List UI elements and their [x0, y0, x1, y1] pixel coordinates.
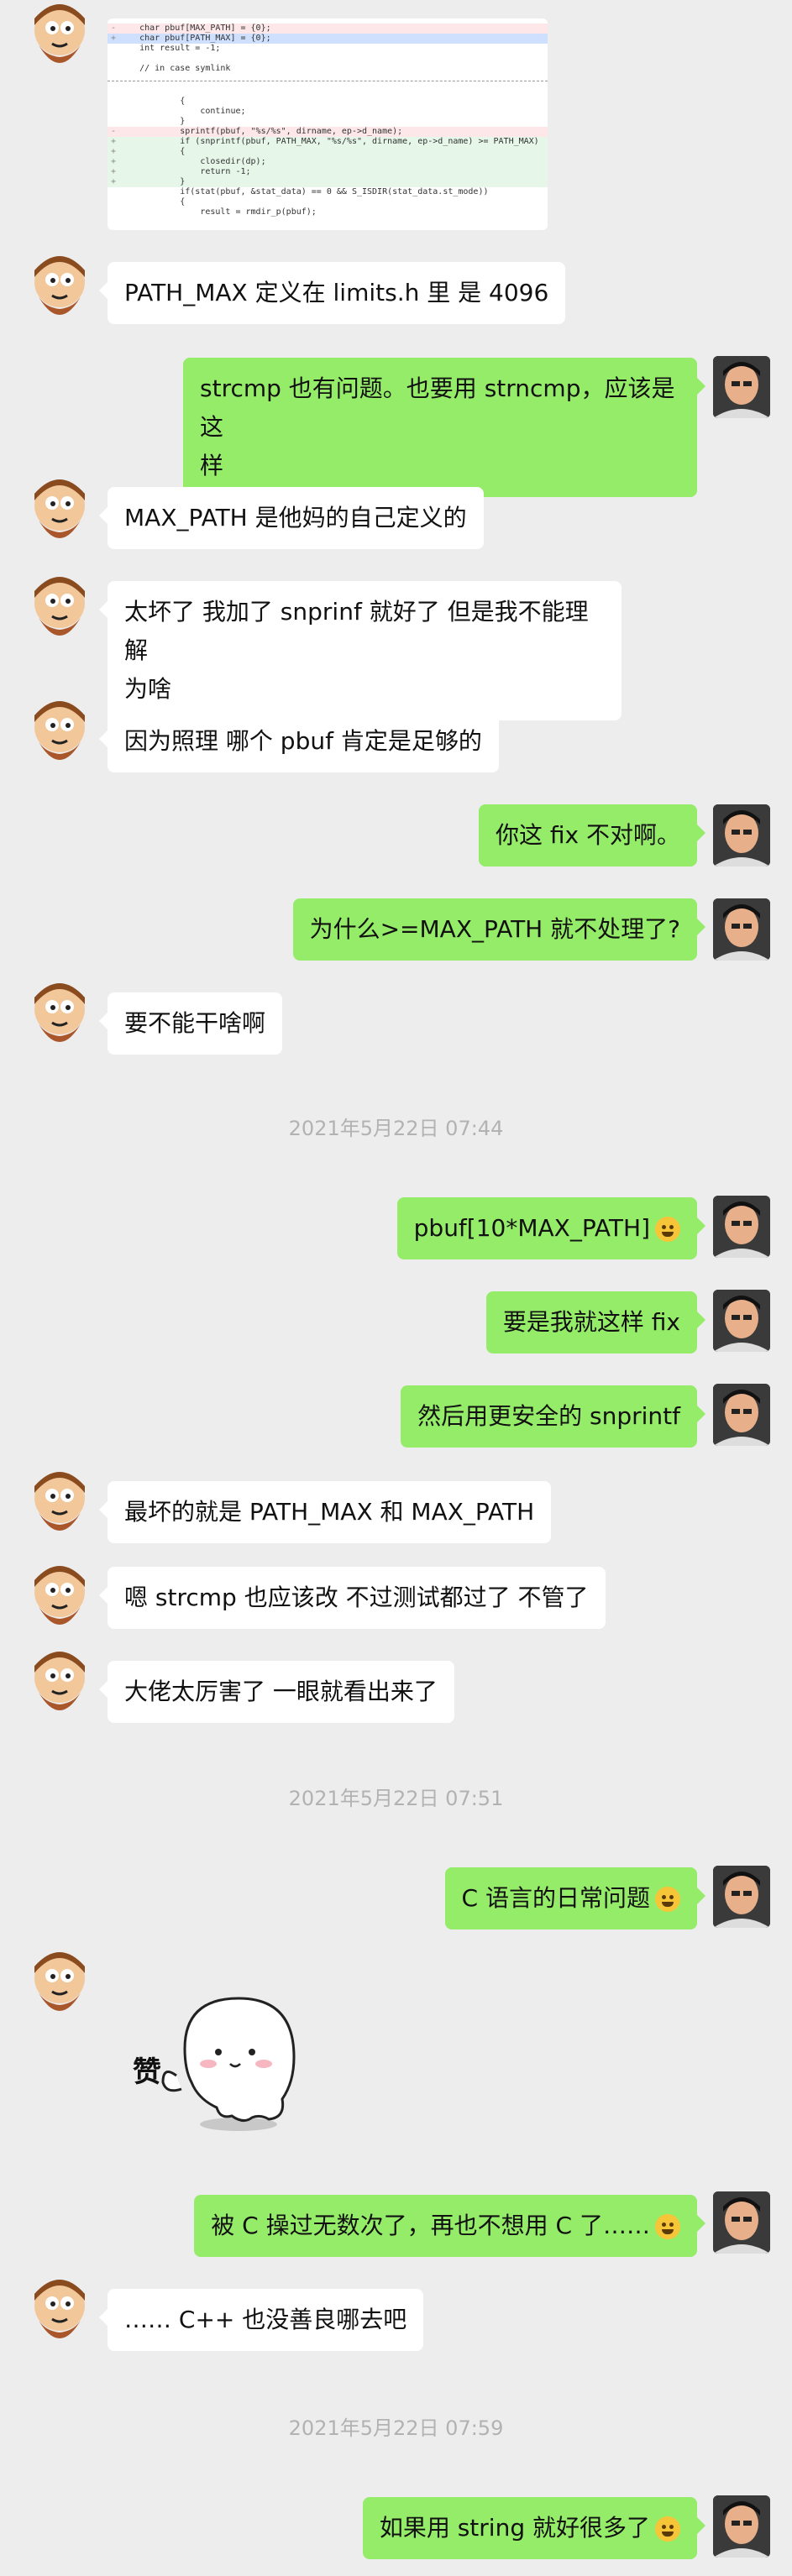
message-text: 大佬太厉害了 一眼就看出来了 [124, 1678, 438, 1705]
wink-emoji-icon [655, 2516, 680, 2542]
message-bubble-incoming[interactable]: …… C++ 也没善良哪去吧 [98, 2289, 424, 2351]
message-text: 样 [200, 452, 224, 479]
diff-marker: - [111, 24, 117, 33]
my-avatar[interactable] [713, 1384, 770, 1446]
timestamp: 2021年5月22日 07:44 [288, 1117, 504, 1140]
message-text: 为什么>=MAX_PATH 就不处理了? [309, 915, 680, 943]
my-avatar[interactable] [713, 804, 770, 867]
message-bubble-outgoing[interactable]: 被 C 操过无数次了，再也不想用 C 了…… [194, 2195, 705, 2257]
code-line: sprintf(pbuf, "%s/%s", dirname, ep->d_na… [108, 127, 548, 137]
code-line: if (snprintf(pbuf, PATH_MAX, "%s/%s", di… [108, 137, 548, 147]
contact-avatar[interactable] [27, 697, 92, 781]
message-bubble-outgoing[interactable]: pbuf[10*MAX_PATH] [396, 1197, 706, 1259]
code-diff-image[interactable]: char pbuf[MAX_PATH] = {0}; - char pbuf[PA… [108, 18, 548, 230]
my-avatar[interactable] [713, 356, 770, 418]
my-avatar[interactable] [713, 2191, 770, 2254]
my-avatar[interactable] [713, 1196, 770, 1258]
contact-avatar[interactable] [27, 0, 92, 84]
wink-emoji-icon [655, 1887, 680, 1912]
code-line: int result = -1; [119, 44, 221, 53]
timestamp: 2021年5月22日 07:59 [288, 2416, 504, 2440]
code-line: // in case symlink [119, 64, 231, 73]
my-avatar[interactable] [713, 1866, 770, 1928]
message-text: 因为照理 哪个 pbuf 肯定是足够的 [124, 727, 482, 755]
message-text: 然后用更安全的 snprintf [417, 1402, 680, 1430]
message-text: 为啥 [124, 675, 172, 703]
contact-avatar[interactable] [27, 979, 92, 1063]
message-text: 最坏的就是 PATH_MAX 和 MAX_PATH [124, 1498, 535, 1526]
sticker-caption: 赞 [133, 2055, 161, 2089]
contact-avatar[interactable] [27, 1562, 92, 1646]
message-text: PATH_MAX 定义在 limits.h 里 是 4096 [124, 279, 549, 306]
thumbs-up-sticker[interactable]: 赞 [126, 1990, 311, 2133]
code-line: char pbuf[MAX_PATH] = {0}; - [108, 24, 548, 34]
message-bubble-incoming[interactable]: PATH_MAX 定义在 limits.h 里 是 4096 [98, 262, 566, 324]
message-bubble-outgoing[interactable]: 为什么>=MAX_PATH 就不处理了? [292, 898, 706, 961]
message-bubble-incoming[interactable]: 嗯 strcmp 也应该改 不过测试都过了 不管了 [99, 1567, 606, 1629]
message-text: 被 C 操过无数次了，再也不想用 C 了…… [211, 2212, 650, 2239]
timestamp: 2021年5月22日 07:51 [288, 1787, 504, 1810]
contact-avatar[interactable] [27, 1647, 92, 1731]
message-bubble-incoming[interactable]: MAX_PATH 是他妈的自己定义的 [99, 487, 484, 549]
my-avatar[interactable] [713, 1290, 770, 1352]
message-text: 嗯 strcmp 也应该改 不过测试都过了 不管了 [124, 1584, 589, 1611]
message-text: 如果用 string 就好很多了 [379, 2514, 650, 2542]
contact-avatar[interactable] [27, 475, 92, 559]
message-text: C 语言的日常问题 [461, 1884, 650, 1912]
contact-avatar[interactable] [27, 1948, 92, 2032]
message-text: pbuf[10*MAX_PATH] [413, 1214, 650, 1242]
code-line: continue; [119, 107, 246, 116]
diff-marker: + [111, 167, 117, 176]
grimace-emoji-icon [655, 1217, 680, 1242]
code-line: } [119, 117, 186, 126]
message-text: 要是我就这样 fix [502, 1308, 680, 1336]
message-bubble-outgoing[interactable]: 要是我就这样 fix [485, 1291, 706, 1353]
code-line: closedir(dp); + [108, 157, 548, 167]
message-text: strcmp 也有问题。也要用 strncmp，应该是这 [200, 374, 675, 441]
my-avatar[interactable] [713, 2495, 770, 2558]
message-bubble-incoming[interactable]: 因为照理 哪个 pbuf 肯定是足够的 [99, 710, 499, 772]
code-line: } + [108, 177, 548, 187]
message-text: …… C++ 也没善良哪去吧 [124, 2306, 407, 2333]
code-line: char pbuf[PATH_MAX] = {0}; + [108, 34, 548, 44]
message-bubble-outgoing[interactable]: 你这 fix 不对啊。 [478, 804, 706, 867]
my-avatar[interactable] [713, 898, 770, 961]
diff-marker: + [111, 147, 117, 156]
message-bubble-incoming[interactable]: 要不能干啥啊 [98, 992, 283, 1055]
code-line: {+ [108, 147, 548, 157]
diff-marker: + [111, 157, 117, 166]
message-text: 太坏了 我加了 snprinf 就好了 但是我不能理解 [124, 598, 589, 664]
diff-marker: + [111, 137, 117, 146]
message-bubble-outgoing[interactable]: strcmp 也有问题。也要用 strncmp，应该是这 样 [183, 358, 705, 497]
message-text: 你这 fix 不对啊。 [495, 821, 680, 849]
message-bubble-outgoing[interactable]: 然后用更安全的 snprintf [401, 1385, 705, 1448]
contact-avatar[interactable] [27, 252, 92, 336]
message-text: MAX_PATH 是他妈的自己定义的 [124, 504, 467, 531]
diff-marker: - [111, 127, 117, 136]
message-bubble-incoming[interactable]: 大佬太厉害了 一眼就看出来了 [99, 1661, 454, 1723]
code-line: { [119, 97, 186, 106]
contact-avatar[interactable] [27, 573, 92, 657]
message-text: 要不能干啥啊 [124, 1009, 266, 1037]
message-bubble-incoming[interactable]: 太坏了 我加了 snprinf 就好了 但是我不能理解 为啥 [99, 581, 622, 720]
contact-avatar[interactable] [27, 1468, 92, 1552]
code-line: result = rmdir_p(pbuf); [119, 207, 317, 217]
message-bubble-incoming[interactable]: 最坏的就是 PATH_MAX 和 MAX_PATH [98, 1481, 552, 1543]
code-line: return -1; + [108, 167, 548, 177]
message-bubble-outgoing[interactable]: 如果用 string 就好很多了 [362, 2497, 706, 2559]
crying-emoji-icon [655, 2214, 680, 2239]
diff-marker: + [111, 177, 117, 186]
message-bubble-outgoing[interactable]: C 语言的日常问题 [444, 1867, 706, 1929]
code-line: if(stat(pbuf, &stat_data) == 0 && S_ISDI… [119, 187, 489, 196]
code-line: { [119, 197, 186, 207]
contact-avatar[interactable] [27, 2275, 92, 2359]
diff-marker: + [111, 34, 117, 43]
